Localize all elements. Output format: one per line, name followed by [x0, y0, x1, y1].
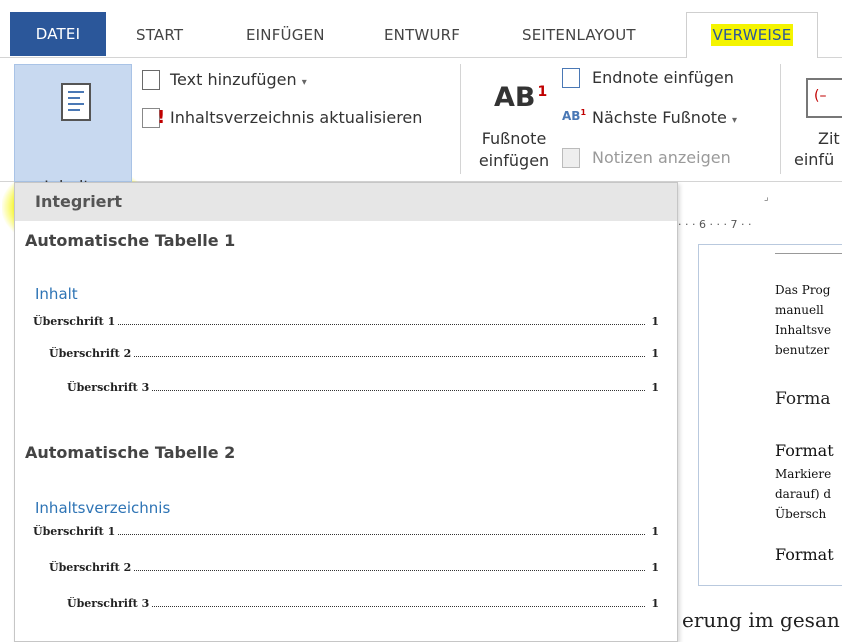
toc-preview-entry: Überschrift 21 — [49, 561, 659, 574]
document-text: darauf) d — [775, 487, 832, 501]
document-heading: Forma — [775, 389, 831, 409]
document-text: benutzer — [775, 343, 830, 357]
add-text-icon — [142, 70, 160, 90]
toc-preview-entry: Überschrift 11 — [33, 315, 659, 328]
show-notes-button[interactable]: Notizen anzeigen — [592, 148, 731, 167]
document-heading: Format — [775, 441, 834, 460]
next-footnote-button[interactable]: Nächste Fußnote ▾ — [592, 108, 737, 127]
document-text: Inhaltsve — [775, 323, 832, 337]
chevron-down-icon: ▾ — [301, 77, 307, 88]
footnote-icon: AB 1 — [494, 82, 548, 113]
insert-citation-button[interactable]: Zit — [818, 128, 840, 150]
tab-references-label: VERWEISE — [710, 24, 794, 46]
tab-references[interactable]: VERWEISE — [686, 12, 818, 58]
add-text-button[interactable]: Text hinzufügen ▾ — [170, 70, 307, 89]
document-icon — [61, 83, 91, 121]
document-text: manuell — [775, 303, 824, 317]
tab-page-layout[interactable]: SEITENLAYOUT — [522, 16, 636, 54]
toc-preview-heading: Inhalt — [35, 285, 78, 303]
toc-preview-heading: Inhaltsverzeichnis — [35, 499, 171, 517]
insert-citation-label: einfü — [794, 150, 835, 169]
dialog-launcher-icon[interactable]: ⌟ — [764, 192, 769, 203]
citation-icon: (– — [806, 78, 842, 118]
ribbon-tab-bar: DATEI START EINFÜGEN ENTWURF SEITENLAYOU… — [0, 0, 842, 58]
document-text: Das Prog — [775, 283, 831, 297]
group-separator — [780, 64, 781, 174]
toc-preview-entry: Überschrift 21 — [49, 347, 659, 360]
tab-start[interactable]: START — [136, 16, 183, 54]
tab-design[interactable]: ENTWURF — [384, 16, 460, 54]
gallery-section-header: Integriert — [15, 183, 677, 221]
page-divider — [775, 253, 842, 254]
endnote-icon — [562, 68, 580, 88]
show-notes-icon — [562, 148, 580, 168]
toc-preview-entry: Überschrift 31 — [67, 597, 659, 610]
gallery-item-title: Automatische Tabelle 1 — [25, 231, 236, 250]
next-footnote-icon: AB1 — [562, 108, 587, 123]
toc-preview-entry: Überschrift 11 — [33, 525, 659, 538]
tab-insert[interactable]: EINFÜGEN — [246, 16, 325, 54]
document-text: Markiere — [775, 467, 832, 481]
toc-preview-entry: Überschrift 31 — [67, 381, 659, 394]
document-text: Übersch — [775, 507, 827, 521]
tab-file[interactable]: DATEI — [10, 12, 106, 56]
document-page[interactable]: Das Prog manuell Inhaltsve benutzer Form… — [698, 244, 842, 586]
horizontal-ruler: · · · 6 · · · 7 · · — [678, 218, 752, 231]
update-toc-icon: ! — [142, 107, 165, 128]
insert-footnote-button[interactable]: Fußnote einfügen — [474, 128, 554, 172]
gallery-item-title: Automatische Tabelle 2 — [25, 443, 236, 462]
ribbon-references: Inhalts- verzeichnis ▾ Text hinzufügen ▾… — [0, 58, 842, 252]
update-toc-button[interactable]: Inhaltsverzeichnis aktualisieren — [170, 108, 422, 127]
document-heading: Format — [775, 545, 834, 564]
chevron-down-icon: ▾ — [731, 115, 737, 126]
document-text: erung im gesan — [682, 608, 840, 632]
group-separator — [460, 64, 461, 174]
toc-dropdown-gallery: Integriert Automatische Tabelle 1 Inhalt… — [14, 182, 678, 642]
table-of-contents-button[interactable] — [14, 64, 132, 182]
insert-endnote-button[interactable]: Endnote einfügen — [592, 68, 734, 87]
